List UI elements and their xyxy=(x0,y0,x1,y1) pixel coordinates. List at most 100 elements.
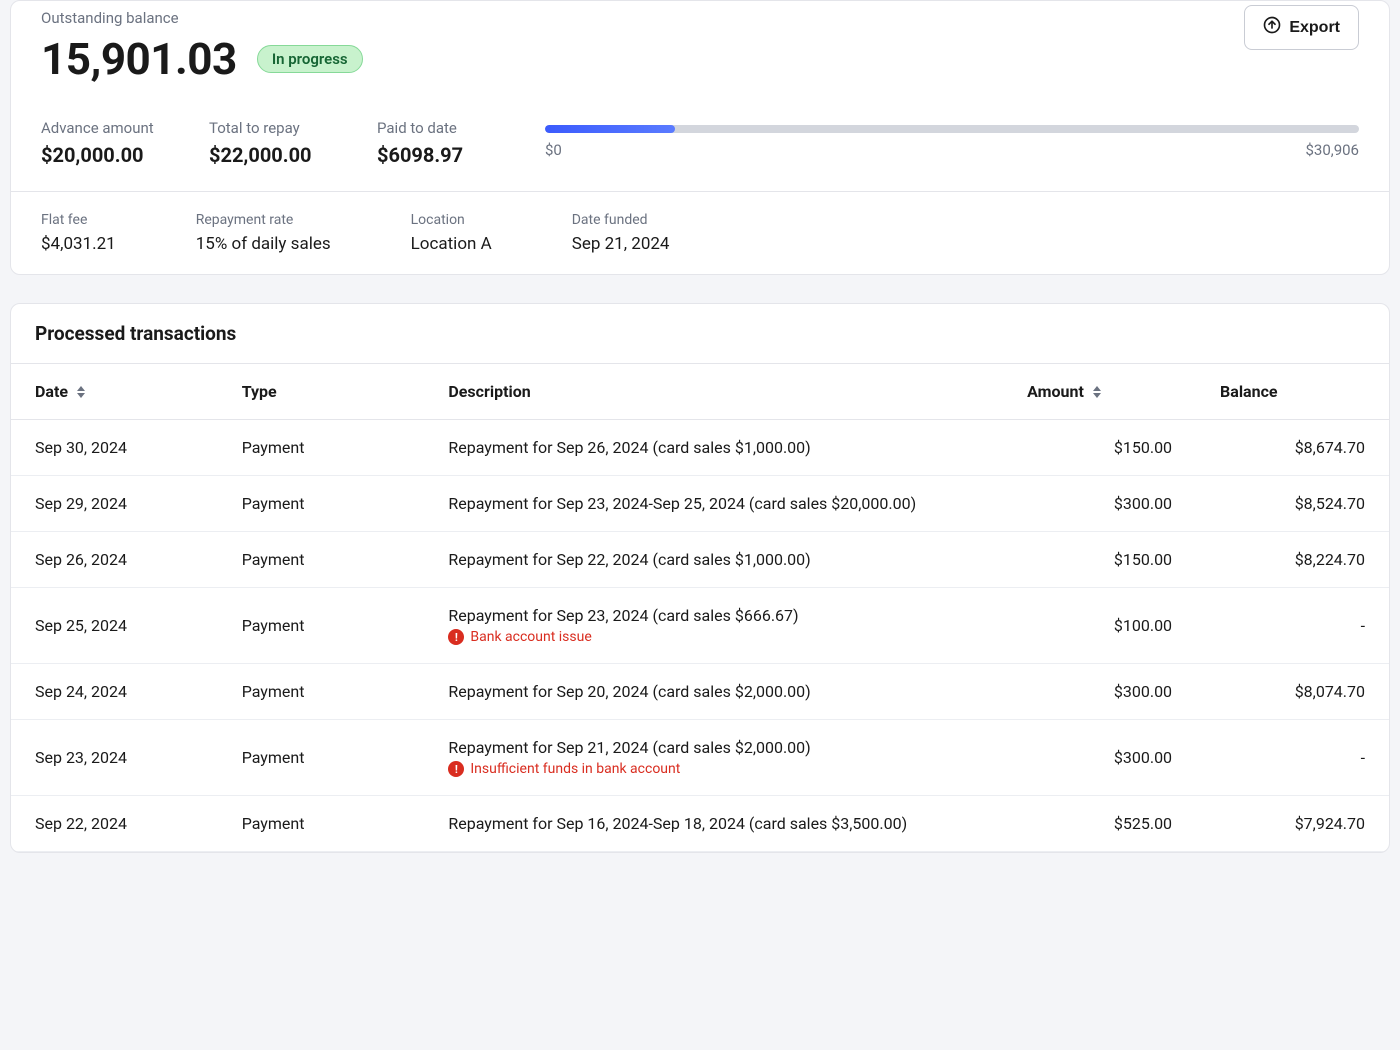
metric-label: Total to repay xyxy=(209,119,329,137)
metric-total: Total to repay $22,000.00 xyxy=(209,119,329,167)
table-row[interactable]: Sep 25, 2024Payment Repayment for Sep 23,… xyxy=(11,588,1389,664)
cell-type: Payment xyxy=(218,720,425,796)
col-header-amount[interactable]: Amount xyxy=(1003,364,1196,420)
description-text: Repayment for Sep 23, 2024 (card sales $… xyxy=(448,606,979,625)
cell-balance: $8,074.70 xyxy=(1196,664,1389,720)
col-header-label: Balance xyxy=(1220,382,1278,401)
progress-max-label: $30,906 xyxy=(1305,141,1359,159)
col-header-label: Description xyxy=(448,382,530,401)
cell-amount: $300.00 xyxy=(1003,720,1196,796)
table-row[interactable]: Sep 22, 2024Payment Repayment for Sep 16,… xyxy=(11,796,1389,852)
upload-icon xyxy=(1263,16,1281,39)
status-badge: In progress xyxy=(257,45,363,73)
detail-repayment-rate: Repayment rate 15% of daily sales xyxy=(196,212,331,254)
detail-date-funded: Date funded Sep 21, 2024 xyxy=(572,212,670,254)
cell-description: Repayment for Sep 23, 2024 (card sales $… xyxy=(424,588,1003,664)
metric-value: $20,000.00 xyxy=(41,143,161,167)
sort-icon xyxy=(1092,386,1102,398)
table-row[interactable]: Sep 30, 2024Payment Repayment for Sep 26,… xyxy=(11,420,1389,476)
col-header-date[interactable]: Date xyxy=(11,364,218,420)
cell-date: Sep 25, 2024 xyxy=(11,588,218,664)
sort-icon xyxy=(76,386,86,398)
cell-amount: $100.00 xyxy=(1003,588,1196,664)
cell-balance: - xyxy=(1196,720,1389,796)
col-header-type: Type xyxy=(218,364,425,420)
description-text: Repayment for Sep 23, 2024-Sep 25, 2024 … xyxy=(448,494,979,513)
metric-label: Advance amount xyxy=(41,119,161,137)
progress-min-label: $0 xyxy=(545,141,562,159)
cell-type: Payment xyxy=(218,420,425,476)
detail-label: Location xyxy=(411,212,492,228)
cell-balance: $7,924.70 xyxy=(1196,796,1389,852)
description-error: !Insufficient funds in bank account xyxy=(448,761,979,777)
cell-date: Sep 26, 2024 xyxy=(11,532,218,588)
col-header-label: Amount xyxy=(1027,382,1084,401)
detail-value: Sep 21, 2024 xyxy=(572,234,670,254)
detail-value: Location A xyxy=(411,234,492,254)
metric-paid: Paid to date $6098.97 xyxy=(377,119,497,167)
description-text: Repayment for Sep 20, 2024 (card sales $… xyxy=(448,682,979,701)
progress-track xyxy=(545,125,1359,133)
cell-description: Repayment for Sep 26, 2024 (card sales $… xyxy=(424,420,1003,476)
cell-amount: $150.00 xyxy=(1003,532,1196,588)
cell-type: Payment xyxy=(218,796,425,852)
cell-description: Repayment for Sep 23, 2024-Sep 25, 2024 … xyxy=(424,476,1003,532)
repayment-progress: $0 $30,906 xyxy=(545,119,1359,159)
detail-label: Repayment rate xyxy=(196,212,331,228)
col-header-description: Description xyxy=(424,364,1003,420)
cell-description: Repayment for Sep 20, 2024 (card sales $… xyxy=(424,664,1003,720)
cell-date: Sep 23, 2024 xyxy=(11,720,218,796)
transactions-table: Date Type Description xyxy=(11,363,1389,852)
detail-value: 15% of daily sales xyxy=(196,234,331,254)
progress-fill xyxy=(545,125,675,133)
cell-description: Repayment for Sep 21, 2024 (card sales $… xyxy=(424,720,1003,796)
error-text: Bank account issue xyxy=(470,629,591,645)
error-text: Insufficient funds in bank account xyxy=(470,761,680,777)
cell-description: Repayment for Sep 16, 2024-Sep 18, 2024 … xyxy=(424,796,1003,852)
cell-type: Payment xyxy=(218,532,425,588)
cell-type: Payment xyxy=(218,588,425,664)
table-row[interactable]: Sep 29, 2024Payment Repayment for Sep 23,… xyxy=(11,476,1389,532)
cell-balance: - xyxy=(1196,588,1389,664)
col-header-balance: Balance xyxy=(1196,364,1389,420)
detail-label: Date funded xyxy=(572,212,670,228)
table-row[interactable]: Sep 23, 2024Payment Repayment for Sep 21,… xyxy=(11,720,1389,796)
transactions-title: Processed transactions xyxy=(35,322,1365,345)
col-header-label: Type xyxy=(242,382,277,401)
description-text: Repayment for Sep 16, 2024-Sep 18, 2024 … xyxy=(448,814,979,833)
cell-date: Sep 30, 2024 xyxy=(11,420,218,476)
outstanding-balance-label: Outstanding balance xyxy=(41,9,1359,27)
col-header-label: Date xyxy=(35,382,68,401)
detail-value: $4,031.21 xyxy=(41,234,116,254)
cell-balance: $8,524.70 xyxy=(1196,476,1389,532)
cell-amount: $150.00 xyxy=(1003,420,1196,476)
cell-description: Repayment for Sep 22, 2024 (card sales $… xyxy=(424,532,1003,588)
summary-card: Export Outstanding balance 15,901.03 In … xyxy=(10,0,1390,275)
table-row[interactable]: Sep 24, 2024Payment Repayment for Sep 20,… xyxy=(11,664,1389,720)
table-row[interactable]: Sep 26, 2024Payment Repayment for Sep 22,… xyxy=(11,532,1389,588)
cell-amount: $300.00 xyxy=(1003,476,1196,532)
cell-balance: $8,674.70 xyxy=(1196,420,1389,476)
description-text: Repayment for Sep 21, 2024 (card sales $… xyxy=(448,738,979,757)
detail-label: Flat fee xyxy=(41,212,116,228)
cell-amount: $300.00 xyxy=(1003,664,1196,720)
detail-location: Location Location A xyxy=(411,212,492,254)
export-button-label: Export xyxy=(1289,19,1340,37)
cell-date: Sep 24, 2024 xyxy=(11,664,218,720)
description-text: Repayment for Sep 22, 2024 (card sales $… xyxy=(448,550,979,569)
cell-type: Payment xyxy=(218,476,425,532)
cell-date: Sep 29, 2024 xyxy=(11,476,218,532)
metric-advance: Advance amount $20,000.00 xyxy=(41,119,161,167)
description-error: !Bank account issue xyxy=(448,629,979,645)
cell-amount: $525.00 xyxy=(1003,796,1196,852)
transactions-card: Processed transactions Date xyxy=(10,303,1390,853)
export-button[interactable]: Export xyxy=(1244,5,1359,50)
metric-value: $6098.97 xyxy=(377,143,497,167)
metric-label: Paid to date xyxy=(377,119,497,137)
description-text: Repayment for Sep 26, 2024 (card sales $… xyxy=(448,438,979,457)
cell-type: Payment xyxy=(218,664,425,720)
outstanding-balance-value: 15,901.03 xyxy=(41,33,237,85)
cell-date: Sep 22, 2024 xyxy=(11,796,218,852)
detail-flat-fee: Flat fee $4,031.21 xyxy=(41,212,116,254)
metric-value: $22,000.00 xyxy=(209,143,329,167)
